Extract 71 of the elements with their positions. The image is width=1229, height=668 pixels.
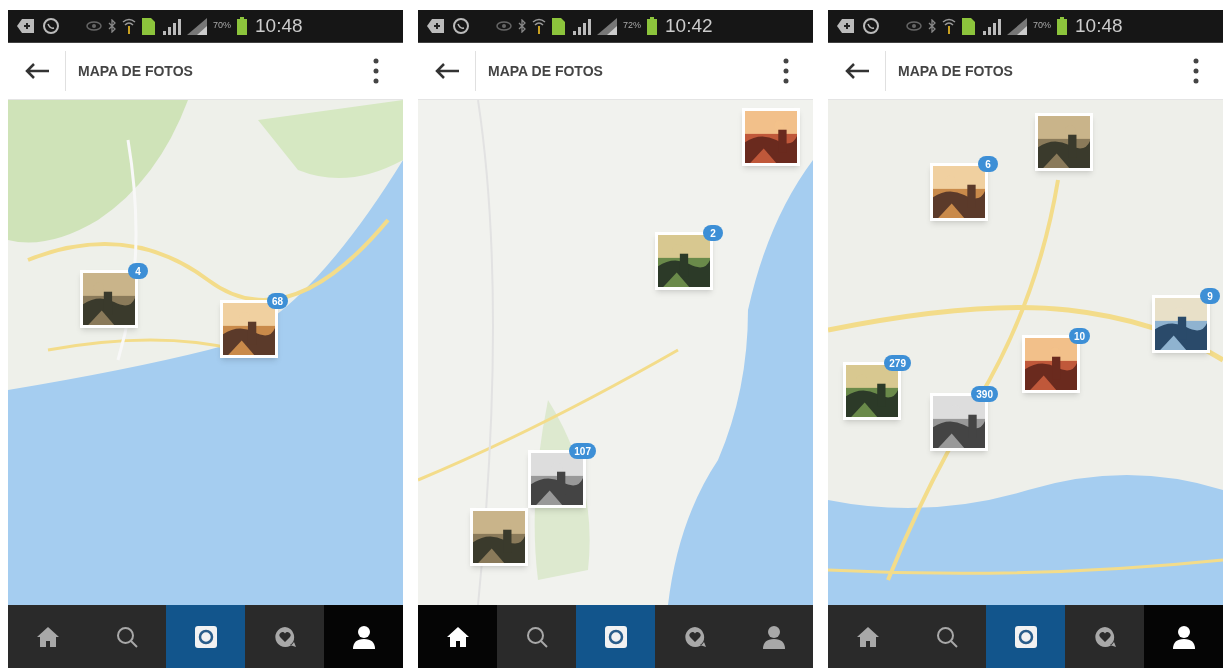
battery-percent: 70% (213, 19, 231, 33)
more-icon (1193, 58, 1199, 84)
home-icon (855, 625, 880, 648)
search-tab[interactable] (87, 605, 166, 668)
camera-icon (603, 624, 628, 649)
activity-tab[interactable] (1065, 605, 1144, 668)
profile-tab[interactable] (734, 605, 813, 668)
person-icon (1172, 624, 1195, 649)
bluetooth-icon (518, 19, 526, 33)
home-tab[interactable] (418, 605, 497, 668)
sim-icon (962, 17, 975, 35)
camera-tab[interactable] (166, 605, 245, 668)
chat-icon (42, 17, 60, 35)
clock: 10:42 (665, 13, 713, 38)
signal-icon (597, 17, 617, 35)
activity-tab[interactable] (245, 605, 324, 668)
person-icon (762, 624, 785, 649)
notification-icon (836, 18, 856, 34)
sim-icon (142, 17, 155, 35)
home-tab[interactable] (8, 605, 87, 668)
notification-icon (16, 18, 36, 34)
eye-icon (496, 20, 512, 32)
screen-title: MAPA DE FOTOS (488, 61, 604, 81)
activity-tab[interactable] (655, 605, 734, 668)
clock: 10:48 (255, 13, 303, 38)
back-arrow-icon (23, 62, 50, 80)
home-tab[interactable] (828, 605, 907, 668)
camera-icon (1013, 624, 1038, 649)
bluetooth-icon (928, 19, 936, 33)
home-icon (35, 625, 60, 648)
heart-bubble-icon (682, 624, 707, 649)
chat-icon (862, 17, 880, 35)
search-icon (525, 625, 548, 648)
more-icon (783, 58, 789, 84)
profile-tab[interactable] (1144, 605, 1223, 668)
wifi-icon (942, 18, 956, 34)
battery-icon (647, 17, 657, 35)
heart-bubble-icon (1092, 624, 1117, 649)
signal-icon (187, 17, 207, 35)
chat-icon (452, 17, 470, 35)
bluetooth-icon (108, 19, 116, 33)
home-icon (445, 625, 470, 648)
wifi-icon (122, 18, 136, 34)
search-icon (935, 625, 958, 648)
screen-title: MAPA DE FOTOS (78, 61, 194, 81)
heart-bubble-icon (272, 624, 297, 649)
notification-icon (426, 18, 446, 34)
search-icon (115, 625, 138, 648)
battery-icon (1057, 17, 1067, 35)
more-icon (373, 58, 379, 84)
signal-icon (1007, 17, 1027, 35)
profile-tab[interactable] (324, 605, 403, 668)
back-arrow-icon (433, 62, 460, 80)
battery-icon (237, 17, 247, 35)
camera-tab[interactable] (986, 605, 1065, 668)
signal-icon (161, 17, 181, 35)
clock: 10:48 (1075, 13, 1123, 38)
camera-icon (193, 624, 218, 649)
sim-icon (552, 17, 565, 35)
back-arrow-icon (843, 62, 870, 80)
battery-percent: 70% (1033, 19, 1051, 33)
wifi-icon (532, 18, 546, 34)
eye-icon (906, 20, 922, 32)
eye-icon (86, 20, 102, 32)
search-tab[interactable] (907, 605, 986, 668)
battery-percent: 72% (623, 19, 641, 33)
camera-tab[interactable] (576, 605, 655, 668)
signal-icon (571, 17, 591, 35)
person-icon (352, 624, 375, 649)
screen-title: MAPA DE FOTOS (898, 61, 1014, 81)
signal-icon (981, 17, 1001, 35)
